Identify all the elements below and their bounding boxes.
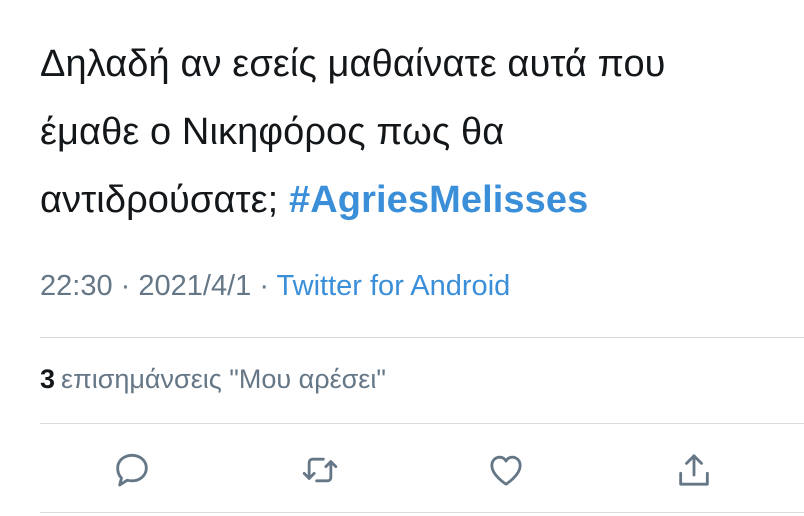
retweet-button[interactable] xyxy=(296,448,344,496)
likes-count: 3 xyxy=(40,364,56,394)
tweet-text: Δηλαδή αν εσείς μαθαίνατε αυτά που έμαθε… xyxy=(40,30,790,234)
tweet-text-line-2: έμαθε ο Νικηφόρος πως θα xyxy=(40,111,505,153)
share-icon xyxy=(674,450,714,495)
tweet-actions-bar xyxy=(0,448,804,496)
share-button[interactable] xyxy=(670,448,718,496)
likes-summary[interactable]: 3 επισημάνσεις "Μου αρέσει" xyxy=(40,364,386,395)
divider xyxy=(40,512,804,513)
divider xyxy=(40,423,804,424)
likes-label: επισημάνσεις "Μου αρέσει" xyxy=(61,364,386,394)
retweet-icon xyxy=(300,450,340,495)
tweet-time: 22:30 xyxy=(40,270,113,302)
divider xyxy=(40,337,804,338)
tweet-text-line-3-text: αντιδρούσατε; xyxy=(40,179,279,221)
tweet-source-link[interactable]: Twitter for Android xyxy=(277,270,511,302)
tweet-metadata: 22:30 · 2021/4/1 · Twitter for Android xyxy=(40,270,510,303)
heart-icon xyxy=(486,450,526,495)
tweet-detail: Δηλαδή αν εσείς μαθαίνατε αυτά που έμαθε… xyxy=(0,0,804,516)
reply-icon xyxy=(112,450,152,495)
hashtag-link[interactable]: #AgriesMelisses xyxy=(289,179,588,221)
meta-separator-1: · xyxy=(120,270,131,302)
meta-separator-2: · xyxy=(259,270,269,302)
like-button[interactable] xyxy=(482,448,530,496)
tweet-text-line-1: Δηλαδή αν εσείς μαθαίνατε αυτά που xyxy=(40,43,666,85)
reply-button[interactable] xyxy=(108,448,156,496)
tweet-text-line-3: αντιδρούσατε; #AgriesMelisses xyxy=(40,166,790,234)
tweet-date: 2021/4/1 xyxy=(138,270,252,302)
